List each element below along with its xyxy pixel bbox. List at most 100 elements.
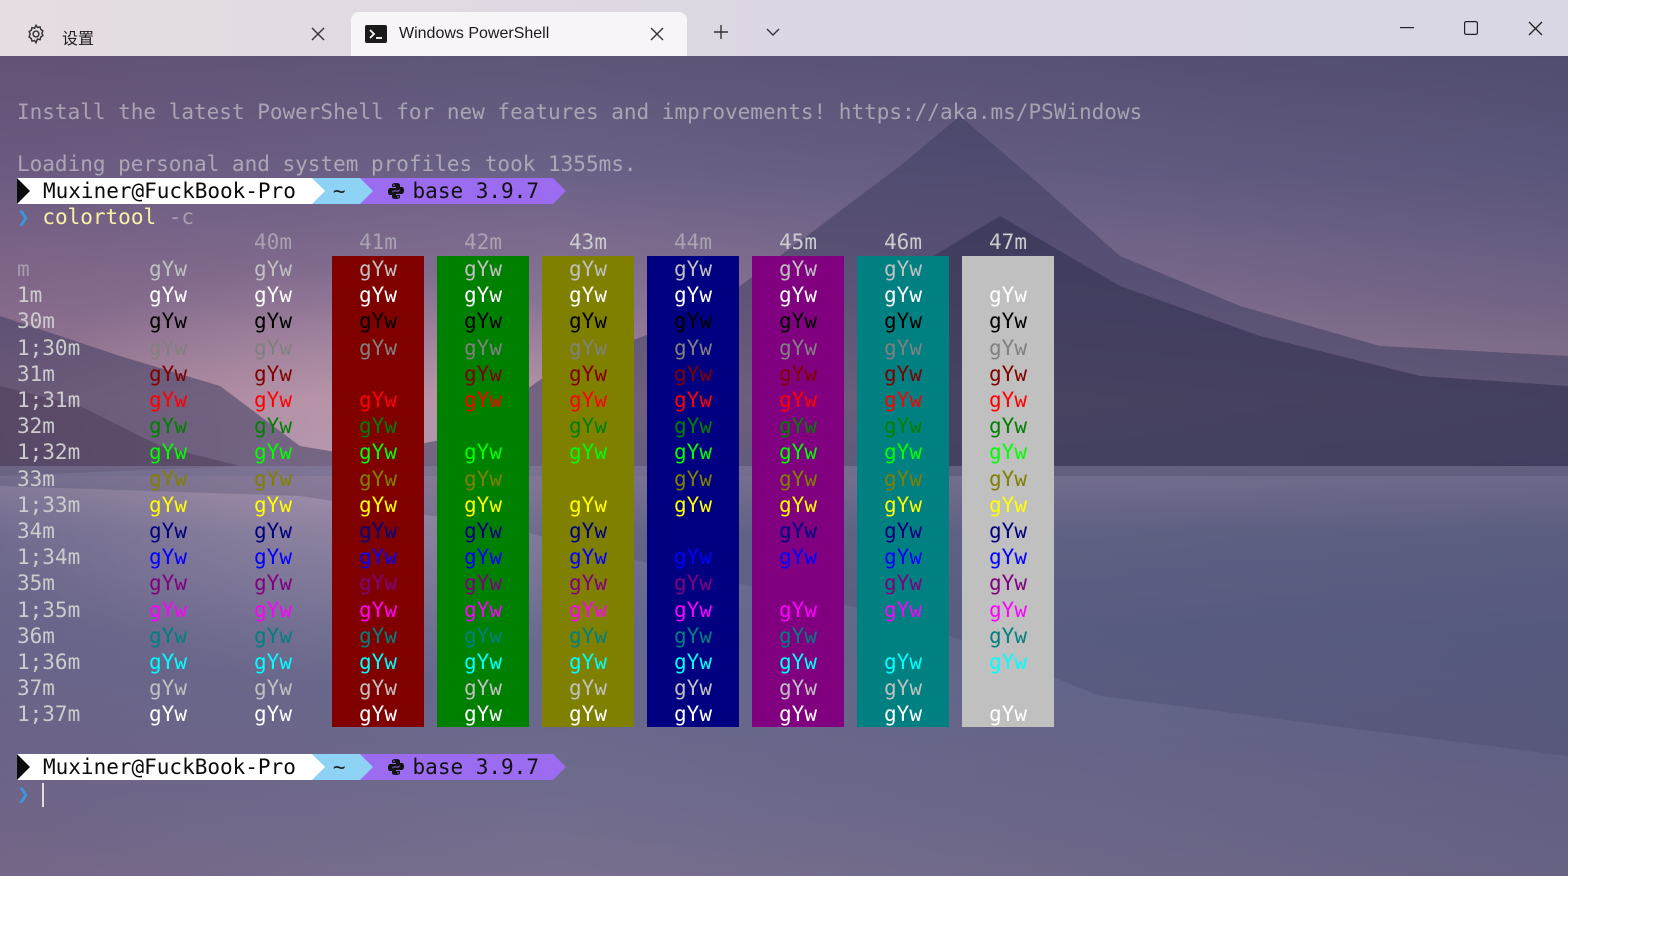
prompt-symbol: ❯ [17, 205, 30, 229]
sample-cell: gYw [149, 676, 187, 701]
sample-cell: gYw [569, 335, 607, 360]
fg-row-label: 35m [17, 571, 55, 596]
chevron-down-icon [766, 28, 780, 36]
bg-header-45m: 45m [779, 230, 817, 254]
sample-cell: gYw [989, 309, 1027, 334]
fg-row-label: 1;33m [17, 492, 81, 517]
prompt: Muxiner@FuckBook-Pro ~ base 3.9.7 [17, 754, 566, 780]
sample-cell: gYw [884, 676, 922, 701]
fg-row-label: 1;30m [17, 335, 81, 360]
sample-cell: gYw [569, 361, 607, 386]
plus-icon [714, 25, 728, 39]
sample-cell: gYw [674, 440, 712, 465]
input-line[interactable]: ❯ [17, 781, 30, 807]
fg-row-label: 1;36m [17, 650, 81, 674]
sample-cell: gYw [254, 309, 292, 334]
sample-cell: gYw [464, 492, 502, 517]
python-icon [387, 183, 404, 199]
sample-cell: gYw [464, 257, 502, 281]
new-tab-button[interactable] [701, 16, 741, 48]
sample-cell: gYw [149, 571, 187, 596]
sample-cell: gYw [674, 492, 712, 517]
sample-cell: gYw [359, 335, 397, 360]
sample-cell: gYw [149, 597, 187, 622]
sample-cell: gYw [464, 676, 502, 701]
minimize-button[interactable] [1377, 8, 1437, 48]
sample-cell: gYw [674, 571, 712, 596]
sample-cell: gYw [989, 388, 1027, 412]
sample-cell: gYw [779, 414, 817, 439]
sample-cell: gYw [149, 466, 187, 491]
sample-cell: gYw [254, 361, 292, 386]
sample-cell: gYw [674, 545, 712, 570]
sample-cell: gYw [989, 623, 1027, 648]
sample-cell: gYw [569, 492, 607, 517]
tab-label: 设置 [62, 31, 95, 48]
sample-cell: gYw [149, 440, 187, 465]
sample-cell: gYw [359, 440, 397, 465]
sample-cell: gYw [464, 414, 502, 439]
sample-cell: gYw [989, 519, 1027, 543]
sample-cell: gYw [674, 388, 712, 412]
sample-cell: gYw [989, 440, 1027, 465]
prompt: Muxiner@FuckBook-Pro ~ base 3.9.7 [17, 178, 566, 204]
tab-settings[interactable]: 设置 [0, 12, 348, 56]
sample-cell: gYw [149, 388, 187, 412]
prompt-user-segment: Muxiner@FuckBook-Pro [17, 754, 312, 780]
tab-windows-powershell[interactable]: Windows PowerShell [351, 12, 687, 56]
prompt-user-segment: Muxiner@FuckBook-Pro [17, 178, 312, 204]
sample-cell: gYw [884, 388, 922, 412]
close-tab-icon[interactable] [306, 22, 330, 46]
sample-cell: gYw [149, 545, 187, 570]
close-window-button[interactable] [1505, 8, 1565, 48]
tab-dropdown-button[interactable] [753, 16, 793, 48]
command-text: colortool [42, 205, 157, 229]
sample-cell: gYw [884, 623, 922, 648]
sample-cell: gYw [989, 545, 1027, 570]
sample-cell: gYw [989, 283, 1027, 308]
sample-cell: gYw [464, 335, 502, 360]
sample-cell: gYw [779, 257, 817, 281]
sample-cell: gYw [254, 571, 292, 596]
sample-cell: gYw [989, 257, 1027, 281]
close-tab-icon[interactable] [645, 22, 669, 46]
sample-cell: gYw [989, 466, 1027, 491]
fg-row-label: 34m [17, 519, 55, 543]
sample-cell: gYw [674, 623, 712, 648]
maximize-button[interactable] [1441, 8, 1501, 48]
terminal-area[interactable]: Install the latest PowerShell for new fe… [0, 56, 1568, 876]
sample-cell: gYw [674, 597, 712, 622]
sample-cell: gYw [254, 597, 292, 622]
bg-header-42m: 42m [464, 230, 502, 254]
sample-cell: gYw [359, 597, 397, 622]
sample-cell: gYw [884, 702, 922, 727]
prompt-env-segment: base 3.9.7 [372, 754, 553, 780]
python-icon [387, 759, 404, 775]
sample-cell: gYw [359, 466, 397, 491]
fg-row-label: 31m [17, 361, 55, 386]
profile-load-text: Loading personal and system profiles too… [17, 152, 637, 176]
fg-row-label: 36m [17, 623, 55, 648]
prompt-user: Muxiner@FuckBook-Pro [43, 755, 296, 779]
sample-cell: gYw [149, 283, 187, 308]
sample-cell: gYw [359, 388, 397, 412]
fg-row-label: 1m [17, 283, 43, 308]
sample-cell: gYw [779, 440, 817, 465]
sample-cell: gYw [674, 414, 712, 439]
bg-header-47m: 47m [989, 230, 1027, 254]
sample-cell: gYw [884, 492, 922, 517]
sample-cell: gYw [254, 388, 292, 412]
sample-cell: gYw [569, 414, 607, 439]
prompt-user: Muxiner@FuckBook-Pro [43, 179, 296, 203]
bg-header-44m: 44m [674, 230, 712, 254]
sample-cell: gYw [569, 571, 607, 596]
fg-row-label: m [17, 257, 30, 281]
sample-cell: gYw [254, 676, 292, 701]
prompt-dir-segment: ~ [324, 754, 360, 780]
bg-header-43m: 43m [569, 230, 607, 254]
sample-cell: gYw [149, 650, 187, 674]
sample-cell: gYw [464, 702, 502, 727]
sample-cell: gYw [779, 388, 817, 412]
sample-cell: gYw [884, 257, 922, 281]
sample-cell: gYw [674, 519, 712, 543]
